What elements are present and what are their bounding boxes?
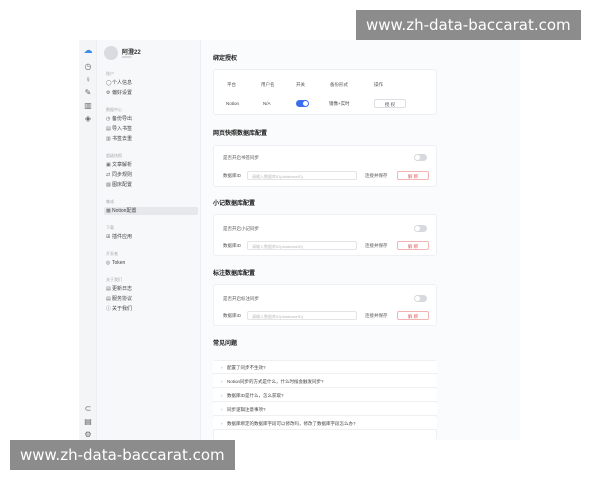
web-db-card: 是否开启书签同步 数据库ID 请输入数据库ID(databaseID) 连接并保…: [213, 145, 437, 187]
sidebar-item-article[interactable]: ▣文章解析: [104, 161, 198, 169]
section-title-mark-db: 标注数据库配置: [213, 271, 256, 277]
cloud-icon[interactable]: ☁: [83, 45, 93, 55]
table-cell-username: N/A: [263, 101, 271, 106]
table-header: 开关: [296, 82, 305, 87]
settings-icon[interactable]: ⚙: [83, 430, 93, 440]
mark-db-card: 是否开启标注同步 数据库ID 请输入数据库ID(databaseID) 连接并保…: [213, 284, 437, 326]
sidebar-item-token[interactable]: ◎ Token: [104, 259, 198, 267]
user-sub: admin: [122, 55, 132, 59]
sidebar-item-profile[interactable]: ◯个人信息: [104, 79, 198, 87]
nav-section-title: 超级快照: [106, 153, 122, 158]
main-content: 绑定授权 平台 用户名 开关 备份形式 操作 Notion N/A 镜像+实时 …: [201, 40, 520, 440]
nav-section-title: 账户: [106, 71, 114, 76]
sidebar-item-apps[interactable]: ⊞ 插件应用: [104, 233, 198, 241]
bars-icon[interactable]: ▥: [83, 101, 93, 111]
icon-rail: ☁ ◷ ♀ ✎ ▥ ◈ ⊂ ▤ ⚙: [79, 40, 97, 440]
section-title-faq: 常见问题: [213, 341, 238, 347]
faq-item[interactable]: › 数据库ID是什么，怎么获取?: [213, 389, 437, 402]
nav-section-title: 关于我们: [106, 277, 122, 282]
note-sync-label: 是否开启小记同步: [223, 226, 259, 231]
settings-sidebar: 阿澄22 admin 账户 ◯个人信息 ⚙ 偏好设置 数据中心 ◷ 备份导出 ▤导入…: [97, 40, 201, 440]
table-header: 平台: [227, 82, 236, 87]
faq-item[interactable]: › 数据库绑定的数据库字段可以修改吗，修改了数据库字段怎么办?: [213, 417, 437, 430]
mark-db-id-label: 数据库ID: [223, 313, 241, 318]
app-window: ☁ ◷ ♀ ✎ ▥ ◈ ⊂ ▤ ⚙ 阿澄22 admin 账户 ◯个人信息 ⚙ 偏…: [79, 40, 520, 440]
web-sync-toggle[interactable]: [414, 154, 427, 161]
note-sync-toggle[interactable]: [414, 225, 427, 232]
mark-sync-label: 是否开启标注同步: [223, 296, 259, 301]
note-db-card: 是否开启小记同步 数据库ID 请输入数据库ID(databaseID) 连接并保…: [213, 214, 437, 256]
clock-icon[interactable]: ◷: [83, 62, 93, 72]
nav-section-title: 下载: [106, 225, 114, 230]
mark-db-id-input[interactable]: 请输入数据库ID(databaseID): [247, 311, 357, 320]
avatar[interactable]: [104, 46, 118, 60]
note-connect-save-button[interactable]: 连接并保存: [365, 243, 388, 249]
note-db-id-input[interactable]: 请输入数据库ID(databaseID): [247, 241, 357, 250]
web-db-id-label: 数据库ID: [223, 173, 241, 178]
web-db-id-input[interactable]: 请输入数据库ID(databaseID): [247, 171, 357, 180]
table-cell-backup: 镜像+实时: [329, 101, 350, 106]
watermark-bottom: www.zh-data-baccarat.com: [10, 440, 235, 470]
sidebar-item-preferences[interactable]: ⚙ 偏好设置: [104, 89, 198, 97]
nav-section-title: 集成: [106, 199, 114, 204]
bind-table: 平台 用户名 开关 备份形式 操作 Notion N/A 镜像+实时 授 权: [213, 69, 437, 115]
mark-sync-toggle[interactable]: [414, 295, 427, 302]
notion-enable-toggle[interactable]: [296, 100, 309, 107]
section-title-web-db: 网页快照数据库配置: [213, 131, 268, 137]
web-sync-label: 是否开启书签同步: [223, 155, 259, 160]
sidebar-item-image-host[interactable]: ▨图床配置: [104, 181, 198, 189]
sidebar-item-changelog[interactable]: ▤更新日志: [104, 285, 198, 293]
pen-icon[interactable]: ✎: [83, 88, 93, 98]
sidebar-item-backup[interactable]: ◷ 备份导出: [104, 115, 198, 123]
sidebar-item-import[interactable]: ▤导入书签: [104, 125, 198, 133]
link-icon[interactable]: ⊂: [83, 404, 93, 414]
web-unbind-button[interactable]: 解 绑: [397, 171, 429, 180]
sidebar-item-notion[interactable]: ▩Notion配置: [104, 207, 198, 215]
sidebar-item-sync-rules[interactable]: ⇄ 同步规则: [104, 171, 198, 179]
table-header: 操作: [374, 82, 383, 87]
table-cell-platform: Notion: [226, 101, 240, 106]
tag-icon[interactable]: ◈: [83, 114, 93, 124]
sidebar-item-dedupe[interactable]: ▥书签去重: [104, 135, 198, 143]
section-title-bind: 绑定授权: [213, 56, 238, 62]
note-db-id-label: 数据库ID: [223, 243, 241, 248]
nav-section-title: 数据中心: [106, 107, 122, 112]
section-title-note-db: 小记数据库配置: [213, 201, 256, 207]
web-connect-save-button[interactable]: 连接并保存: [365, 173, 388, 179]
file-icon[interactable]: ▤: [83, 417, 93, 427]
watermark-top: www.zh-data-baccarat.com: [356, 10, 581, 40]
mark-unbind-button[interactable]: 解 绑: [397, 311, 429, 320]
lightbulb-icon[interactable]: ♀: [83, 75, 93, 85]
sidebar-item-terms[interactable]: ▤服务协议: [104, 295, 198, 303]
note-unbind-button[interactable]: 解 绑: [397, 241, 429, 250]
sidebar-item-about[interactable]: ⓘ关于我们: [104, 305, 198, 313]
faq-item[interactable]: › 配置了同步不生效?: [213, 361, 437, 374]
faq-item[interactable]: › Notion同步的方式是什么，什么时候会触发同步?: [213, 375, 437, 388]
table-header: 备份形式: [330, 82, 348, 87]
mark-connect-save-button[interactable]: 连接并保存: [365, 313, 388, 319]
nav-section-title: 开发者: [106, 251, 118, 256]
faq-item[interactable]: › 同步逻辑注意事项?: [213, 403, 437, 416]
authorize-button[interactable]: 授 权: [374, 99, 406, 108]
table-header: 用户名: [261, 82, 275, 87]
